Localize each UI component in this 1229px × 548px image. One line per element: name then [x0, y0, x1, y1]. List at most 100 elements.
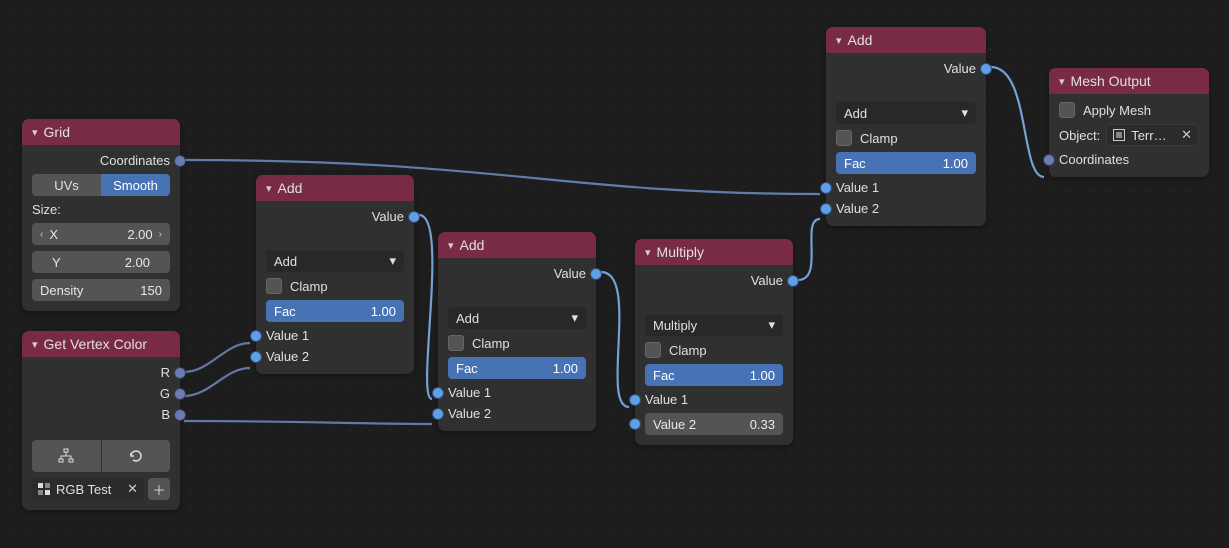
clamp-label: Clamp [669, 343, 707, 358]
socket-out-b[interactable] [174, 409, 186, 421]
node-grid[interactable]: ▾ Grid Coordinates UVs Smooth Size: ‹X 2… [22, 119, 180, 311]
output-value: Value [751, 273, 783, 288]
node-title: Grid [44, 124, 70, 140]
chevron-down-icon: ▾ [266, 182, 272, 195]
node-title: Get Vertex Color [44, 336, 148, 352]
operation-select[interactable]: Add▾ [266, 250, 404, 272]
object-label: Object: [1059, 128, 1100, 143]
socket-out-value[interactable] [408, 211, 420, 223]
input-value2: Value 2 [266, 349, 309, 364]
chevron-down-icon: ▾ [571, 310, 578, 326]
fac-slider[interactable]: Fac1.00 [836, 152, 976, 174]
operation-select[interactable]: Add▾ [836, 102, 976, 124]
close-icon[interactable]: ✕ [1181, 127, 1192, 143]
node-header[interactable]: ▾ Mesh Output [1049, 68, 1209, 94]
node-connections [0, 0, 1229, 548]
refresh-icon [128, 448, 144, 464]
socket-in-value1[interactable] [432, 387, 444, 399]
socket-in-coords[interactable] [1043, 154, 1055, 166]
add-vcolor-button[interactable]: ＋ [148, 478, 170, 500]
input-value1: Value 1 [645, 392, 688, 407]
socket-in-value1[interactable] [250, 330, 262, 342]
vcolor-icon [38, 483, 50, 495]
socket-out-value[interactable] [590, 268, 602, 280]
socket-in-value2[interactable] [820, 203, 832, 215]
socket-out-value[interactable] [787, 275, 799, 287]
node-header[interactable]: ▾ Add [438, 232, 596, 258]
socket-out-r[interactable] [174, 367, 186, 379]
socket-in-value1[interactable] [629, 394, 641, 406]
node-title: Multiply [657, 244, 704, 260]
socket-out-vector[interactable] [174, 155, 186, 167]
chevron-down-icon: ▾ [836, 34, 842, 47]
value2-field[interactable]: Value 20.33 [645, 413, 783, 435]
socket-out-value[interactable] [980, 63, 992, 75]
hierarchy-icon [58, 448, 74, 464]
chevron-down-icon: ▾ [1059, 75, 1065, 88]
output-g: G [160, 386, 170, 401]
chevron-down-icon: ▾ [389, 253, 396, 269]
fac-slider[interactable]: Fac1.00 [266, 300, 404, 322]
object-field[interactable]: Terr… ✕ [1106, 124, 1199, 146]
node-add-3[interactable]: ▾ Add Value Add▾ Clamp Fac1.00 Value 1 V… [826, 27, 986, 226]
seg-uvs[interactable]: UVs [32, 174, 101, 196]
node-title: Mesh Output [1071, 73, 1151, 89]
close-icon[interactable]: ✕ [127, 481, 138, 497]
socket-in-value2[interactable] [432, 408, 444, 420]
chevron-down-icon: ▾ [961, 105, 968, 121]
clamp-checkbox[interactable] [645, 342, 661, 358]
arrow-left-icon[interactable]: ‹ [40, 229, 43, 240]
operation-select[interactable]: Add▾ [448, 307, 586, 329]
node-header[interactable]: ▾ Grid [22, 119, 180, 145]
uv-smooth-segment[interactable]: UVs Smooth [32, 174, 170, 196]
arrow-right-icon[interactable]: › [159, 229, 162, 240]
seg-smooth[interactable]: Smooth [101, 174, 170, 196]
node-title: Add [848, 32, 873, 48]
node-get-vertex-color[interactable]: ▾ Get Vertex Color R G B [22, 331, 180, 510]
chevron-down-icon: ▾ [32, 126, 38, 139]
clamp-label: Clamp [860, 131, 898, 146]
node-add-1[interactable]: ▾ Add Value Add▾ Clamp Fac1.00 Value 1 V… [256, 175, 414, 374]
fac-slider[interactable]: Fac1.00 [448, 357, 586, 379]
output-value: Value [944, 61, 976, 76]
socket-in-value2[interactable] [629, 418, 641, 430]
y-field[interactable]: Y 2.00 [32, 251, 170, 273]
node-header[interactable]: ▾ Multiply [635, 239, 793, 265]
input-value1: Value 1 [448, 385, 491, 400]
output-r: R [161, 365, 170, 380]
operation-select[interactable]: Multiply▾ [645, 314, 783, 336]
clamp-label: Clamp [290, 279, 328, 294]
object-icon [1113, 129, 1125, 141]
object-value: Terr… [1131, 128, 1166, 143]
node-add-2[interactable]: ▾ Add Value Add▾ Clamp Fac1.00 Value 1 V… [438, 232, 596, 431]
chevron-down-icon: ▾ [32, 338, 38, 351]
density-field[interactable]: Density 150 [32, 279, 170, 301]
clamp-checkbox[interactable] [836, 130, 852, 146]
socket-in-value1[interactable] [820, 182, 832, 194]
apply-mesh-checkbox[interactable] [1059, 102, 1075, 118]
node-title: Add [460, 237, 485, 253]
refresh-button[interactable] [102, 440, 171, 472]
input-value2: Value 2 [836, 201, 879, 216]
node-mesh-output[interactable]: ▾ Mesh Output Apply Mesh Object: Terr… ✕… [1049, 68, 1209, 177]
output-value: Value [372, 209, 404, 224]
x-field[interactable]: ‹X 2.00› [32, 223, 170, 245]
node-header[interactable]: ▾ Get Vertex Color [22, 331, 180, 357]
node-multiply[interactable]: ▾ Multiply Value Multiply▾ Clamp Fac1.00… [635, 239, 793, 445]
clamp-checkbox[interactable] [448, 335, 464, 351]
clamp-checkbox[interactable] [266, 278, 282, 294]
input-value1: Value 1 [266, 328, 309, 343]
node-title: Add [278, 180, 303, 196]
node-header[interactable]: ▾ Add [826, 27, 986, 53]
chevron-down-icon: ▾ [768, 317, 775, 333]
vcolor-tag-text: RGB Test [56, 482, 111, 497]
input-value1: Value 1 [836, 180, 879, 195]
node-header[interactable]: ▾ Add [256, 175, 414, 201]
fac-slider[interactable]: Fac1.00 [645, 364, 783, 386]
apply-mesh-label: Apply Mesh [1083, 103, 1151, 118]
chevron-down-icon: ▾ [645, 246, 651, 259]
select-button[interactable] [32, 440, 102, 472]
vcolor-buttons[interactable] [32, 440, 170, 472]
socket-in-value2[interactable] [250, 351, 262, 363]
socket-out-g[interactable] [174, 388, 186, 400]
